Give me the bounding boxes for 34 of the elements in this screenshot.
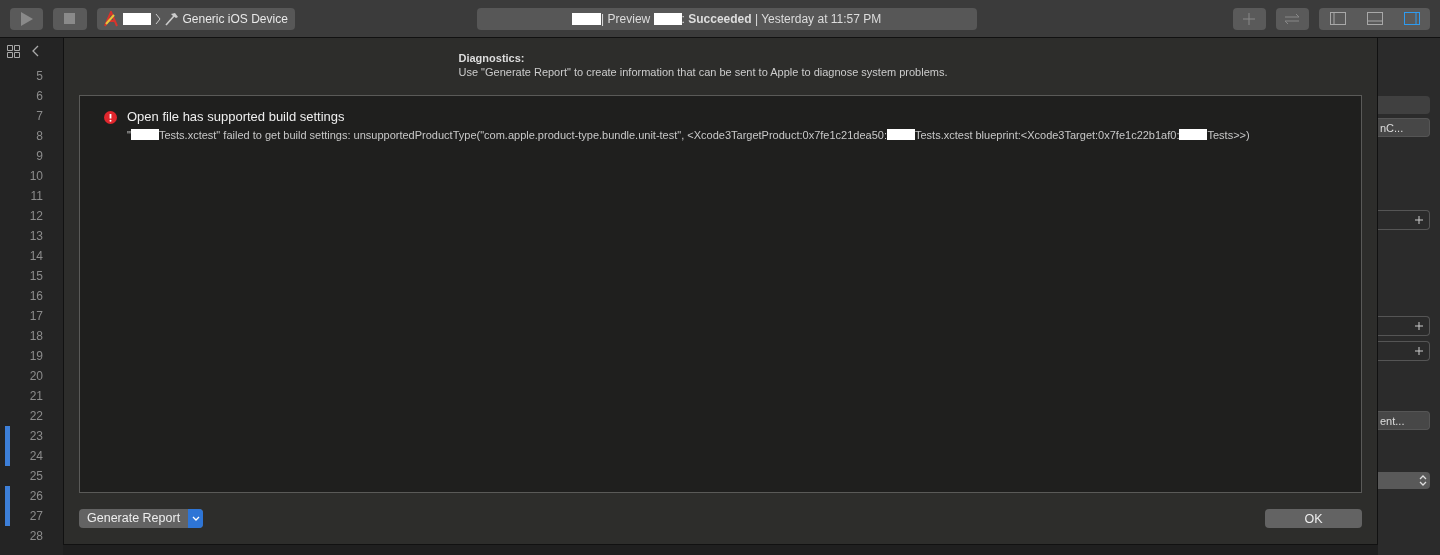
inspector-button[interactable]: ent... bbox=[1378, 411, 1430, 430]
dialog-subtitle: Use "Generate Report" to create information that can be sent to Apple to diagnose system problems. bbox=[458, 66, 949, 78]
activity-status: | Preview : Succeeded | Yesterday at 11:57 PM bbox=[476, 7, 977, 30]
line-number: 14 bbox=[28, 249, 43, 263]
line-number: 23 bbox=[28, 429, 43, 443]
line-number: 8 bbox=[35, 129, 43, 143]
line-number: 15 bbox=[28, 269, 43, 283]
line-number: 28 bbox=[28, 529, 43, 543]
line-number: 20 bbox=[28, 369, 43, 383]
line-number: 6 bbox=[35, 89, 43, 103]
ok-button[interactable]: OK bbox=[1265, 509, 1362, 528]
line-number: 5 bbox=[35, 69, 43, 83]
scheme-selector[interactable]: Generic iOS Device bbox=[96, 7, 295, 30]
line-number: 17 bbox=[28, 309, 43, 323]
line-number: 18 bbox=[28, 329, 43, 343]
line-number: 12 bbox=[28, 209, 43, 223]
line-number: 11 bbox=[29, 189, 43, 203]
line-number: 13 bbox=[28, 229, 43, 243]
dialog-title: Diagnostics: bbox=[458, 52, 526, 64]
issue-detail: " Tests.xctest" failed to get build settings: unsupportedProductType("com.apple.product-type.bundle.unit-test", <Xcode3TargetProduct:0x7fe1c21dea50: Tests.xctest blueprint:<Xcode3Target:0x7fe1c22b1af0: Tests>>) bbox=[127, 129, 1250, 141]
line-number: 24 bbox=[28, 449, 43, 463]
line-number: 7 bbox=[35, 109, 43, 123]
line-number: 9 bbox=[35, 149, 43, 163]
line-number: 25 bbox=[28, 469, 43, 483]
line-number: 19 bbox=[28, 349, 43, 363]
line-number: 16 bbox=[28, 289, 43, 303]
issue-title: Open file has supported build settings bbox=[127, 109, 346, 124]
line-number: 26 bbox=[28, 489, 43, 503]
line-number: 27 bbox=[28, 509, 43, 523]
inspector-button[interactable]: nC... bbox=[1378, 118, 1430, 137]
line-number: 22 bbox=[28, 409, 43, 423]
generate-report-button[interactable]: Generate Report bbox=[79, 509, 204, 528]
line-number: 10 bbox=[28, 169, 43, 183]
line-number: 21 bbox=[28, 389, 43, 403]
